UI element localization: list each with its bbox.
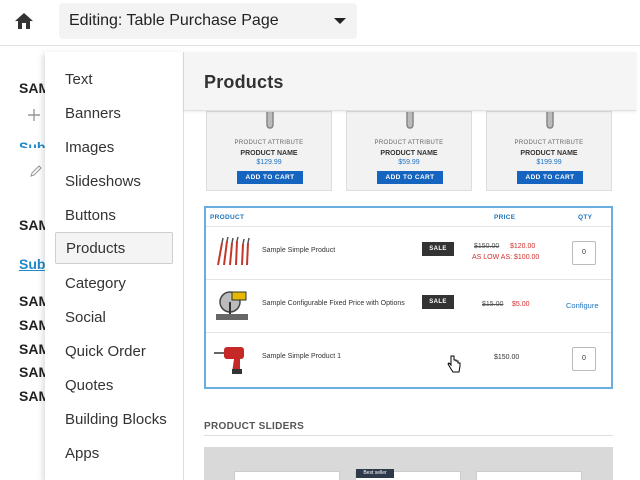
product-price: $129.99 xyxy=(256,159,282,166)
product-card[interactable]: PRODUCT ATTRIBUTE PRODUCT NAME $199.99 A… xyxy=(486,111,612,191)
plus-icon xyxy=(28,109,40,121)
menu-item-slideshows[interactable]: Slideshows xyxy=(55,166,173,198)
product-price: $59.99 xyxy=(398,159,420,166)
original-price: $15.00 xyxy=(482,301,504,308)
product-name: PRODUCT NAME xyxy=(380,150,438,157)
product-card[interactable]: PRODUCT ATTRIBUTE PRODUCT NAME $59.99 AD… xyxy=(346,111,472,191)
block-category-menu: Text Banners Images Slideshows Buttons P… xyxy=(45,52,184,480)
sale-price: $120.00 xyxy=(510,243,536,250)
products-panel: Products PRODUCT ATTRIBUTE PRODUCT NAME … xyxy=(184,52,636,480)
menu-item-products[interactable]: Products xyxy=(55,232,173,264)
add-to-cart-button[interactable]: ADD TO CART xyxy=(377,171,443,184)
page-select[interactable]: Editing: Table Purchase Page xyxy=(59,3,357,39)
as-low-as-price: AS LOW AS: $100.00 xyxy=(472,254,540,261)
add-to-cart-button[interactable]: ADD TO CART xyxy=(517,171,583,184)
product-card[interactable]: PRODUCT ATTRIBUTE PRODUCT NAME $129.99 A… xyxy=(206,111,332,191)
menu-item-apps[interactable]: Apps xyxy=(55,438,173,470)
original-price: $150.00 xyxy=(474,243,500,250)
menu-item-social[interactable]: Social xyxy=(55,302,173,334)
product-price: $199.99 xyxy=(536,159,562,166)
product-attribute: PRODUCT ATTRIBUTE xyxy=(374,140,444,146)
tools-product-image xyxy=(217,236,250,266)
quantity-input[interactable]: 0 xyxy=(572,347,596,371)
divider xyxy=(204,435,613,436)
product-slider-block[interactable]: Best seller xyxy=(204,447,613,480)
background-link[interactable]: Sub xyxy=(19,139,45,148)
paperclip-icon xyxy=(266,112,274,129)
table-row: Sample Simple Product SALE $150.00 $120.… xyxy=(206,226,611,278)
column-header-price: PRICE xyxy=(494,214,516,221)
pencil-icon xyxy=(30,165,42,177)
menu-item-buttons[interactable]: Buttons xyxy=(55,200,173,232)
sale-badge: SALE xyxy=(422,295,454,309)
menu-item-category[interactable]: Category xyxy=(55,268,173,300)
product-attribute: PRODUCT ATTRIBUTE xyxy=(234,140,304,146)
quantity-input[interactable]: 0 xyxy=(572,241,596,265)
product-row-price: $150.00 xyxy=(494,354,520,361)
product-name: PRODUCT NAME xyxy=(520,150,578,157)
chevron-down-icon xyxy=(334,18,346,24)
page-select-value: Editing: Table Purchase Page xyxy=(69,12,279,29)
miter-saw-product-image xyxy=(216,291,248,320)
product-table-block[interactable]: PRODUCT PRICE QTY Sample Simple Product … xyxy=(204,206,613,389)
panel-header: Products xyxy=(184,52,636,111)
menu-item-quick-order[interactable]: Quick Order xyxy=(55,336,173,368)
best-seller-badge: Best seller xyxy=(356,469,394,478)
panel-body[interactable]: PRODUCT ATTRIBUTE PRODUCT NAME $129.99 A… xyxy=(184,111,636,480)
product-attribute: PRODUCT ATTRIBUTE xyxy=(514,140,584,146)
paperclip-icon xyxy=(406,112,414,129)
add-to-cart-button[interactable]: ADD TO CART xyxy=(237,171,303,184)
home-icon[interactable] xyxy=(14,11,34,31)
background-link[interactable]: Sub xyxy=(19,256,45,272)
section-title-product-sliders: PRODUCT SLIDERS xyxy=(204,421,305,432)
panel-title: Products xyxy=(204,72,284,92)
menu-item-quotes[interactable]: Quotes xyxy=(55,370,173,402)
column-header-qty: QTY xyxy=(578,214,593,221)
menu-item-images[interactable]: Images xyxy=(55,132,173,164)
table-row: Sample Simple Product 1 $150.00 0 xyxy=(206,332,611,384)
hand-cursor-icon xyxy=(447,355,461,373)
drill-product-image xyxy=(214,347,244,374)
configure-link[interactable]: Configure xyxy=(566,301,599,310)
sale-price: $5.00 xyxy=(512,301,530,308)
top-bar: Editing: Table Purchase Page xyxy=(0,0,640,46)
product-row-name: Sample Simple Product xyxy=(262,247,336,254)
product-name: PRODUCT NAME xyxy=(240,150,298,157)
slider-card xyxy=(476,471,582,480)
background-edge xyxy=(636,46,640,480)
sale-badge: SALE xyxy=(422,242,454,256)
product-row-name: Sample Configurable Fixed Price with Opt… xyxy=(262,300,405,307)
background-page: SAM Sub SAM Sub SAM SAM SAM SAM SAM xyxy=(0,46,50,480)
product-row-name: Sample Simple Product 1 xyxy=(262,353,341,360)
column-header-product: PRODUCT xyxy=(210,214,245,221)
paperclip-icon xyxy=(546,112,554,129)
menu-item-banners[interactable]: Banners xyxy=(55,98,173,130)
table-row: Sample Configurable Fixed Price with Opt… xyxy=(206,279,611,331)
slider-card xyxy=(234,471,340,480)
menu-item-text[interactable]: Text xyxy=(55,64,173,96)
menu-item-building-blocks[interactable]: Building Blocks xyxy=(55,404,173,436)
